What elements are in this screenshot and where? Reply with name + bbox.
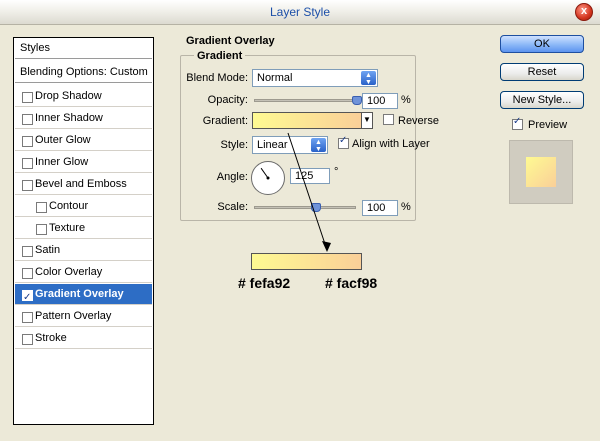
blend-mode-arrows-icon: ▲ ▼ xyxy=(361,71,376,86)
style-item-gradient-overlay[interactable]: Gradient Overlay xyxy=(15,284,152,308)
style-item-label: Color Overlay xyxy=(35,266,103,278)
close-icon: x xyxy=(580,5,588,17)
gradient-label: Gradient: xyxy=(202,115,248,127)
style-arrows-icon: ▲ ▼ xyxy=(311,138,326,153)
angle-dial-needle xyxy=(260,167,270,180)
opacity-label: Opacity: xyxy=(207,94,248,106)
style-value: Linear xyxy=(257,139,288,151)
style-item-label: Inner Shadow xyxy=(35,112,103,124)
align-with-layer-checkbox[interactable] xyxy=(338,135,349,149)
blending-options-item[interactable]: Blending Options: Custom xyxy=(15,62,152,83)
reset-button[interactable]: Reset xyxy=(500,63,584,81)
preview-checkbox[interactable] xyxy=(512,116,523,130)
angle-label: Angle: xyxy=(216,171,248,183)
style-item-label: Contour xyxy=(49,200,89,212)
style-checkbox[interactable] xyxy=(22,92,33,103)
scale-unit: % xyxy=(401,201,411,213)
style-item-pattern-overlay[interactable]: Pattern Overlay xyxy=(15,306,152,327)
styles-header-label: Styles xyxy=(20,42,50,54)
style-checkbox[interactable] xyxy=(22,268,33,279)
reverse-label: Reverse xyxy=(398,115,439,127)
style-checkbox[interactable] xyxy=(22,334,33,345)
style-checkbox[interactable] xyxy=(22,287,33,308)
style-item-label: Outer Glow xyxy=(35,134,91,146)
opacity-unit: % xyxy=(401,94,411,106)
style-item-label: Pattern Overlay xyxy=(35,310,112,322)
opacity-input[interactable]: 100 xyxy=(362,93,398,109)
scale-input[interactable]: 100 xyxy=(362,200,398,216)
style-item-bevel-and-emboss[interactable]: Bevel and Emboss xyxy=(15,174,152,195)
ok-button[interactable]: OK xyxy=(500,35,584,53)
style-item-label: Satin xyxy=(35,244,61,256)
style-select[interactable]: Linear ▲ ▼ xyxy=(252,136,328,154)
blend-mode-value: Normal xyxy=(257,72,293,84)
blend-mode-select[interactable]: Normal ▲ ▼ xyxy=(252,69,378,87)
style-item-drop-shadow[interactable]: Drop Shadow xyxy=(15,86,152,107)
blend-mode-label: Blend Mode: xyxy=(186,72,248,84)
style-item-inner-shadow[interactable]: Inner Shadow xyxy=(15,108,152,129)
style-checkbox[interactable] xyxy=(22,158,33,169)
blending-options-label: Blending Options: Custom xyxy=(20,66,148,78)
window-title: Layer Style xyxy=(269,5,331,19)
style-checkbox[interactable] xyxy=(22,312,33,323)
angle-unit: ° xyxy=(334,166,339,178)
style-checkbox[interactable] xyxy=(22,114,33,125)
gradient-picker[interactable] xyxy=(252,112,362,129)
styles-list: Styles Blending Options: Custom Drop Sha… xyxy=(13,37,154,425)
section-title: Gradient Overlay xyxy=(186,35,275,47)
gradient-enlarged-swatch xyxy=(251,253,362,270)
reverse-checkbox[interactable] xyxy=(383,114,394,125)
style-item-color-overlay[interactable]: Color Overlay xyxy=(15,262,152,283)
style-item-satin[interactable]: Satin xyxy=(15,240,152,261)
gradient-dropdown-arrow-icon[interactable]: ▼ xyxy=(361,112,373,129)
style-item-outer-glow[interactable]: Outer Glow xyxy=(15,130,152,151)
scale-label: Scale: xyxy=(217,201,248,213)
style-label: Style: xyxy=(220,139,248,151)
preview-label: Preview xyxy=(528,119,568,131)
style-item-stroke[interactable]: Stroke xyxy=(15,328,152,349)
opacity-slider[interactable] xyxy=(254,99,356,102)
style-item-texture[interactable]: Texture xyxy=(15,218,152,239)
style-checkbox[interactable] xyxy=(36,224,47,235)
scale-slider-handle[interactable] xyxy=(311,203,322,212)
angle-input[interactable]: 125 xyxy=(290,168,330,184)
style-checkbox[interactable] xyxy=(22,136,33,147)
style-item-label: Bevel and Emboss xyxy=(35,178,127,190)
align-with-layer-label: Align with Layer xyxy=(352,138,430,150)
styles-header[interactable]: Styles xyxy=(15,38,152,59)
style-item-label: Gradient Overlay xyxy=(35,288,124,300)
style-checkbox[interactable] xyxy=(22,180,33,191)
style-checkbox[interactable] xyxy=(22,246,33,257)
style-checkbox[interactable] xyxy=(36,202,47,213)
opacity-slider-handle[interactable] xyxy=(352,96,362,105)
style-item-label: Stroke xyxy=(35,332,67,344)
preview-thumbnail xyxy=(509,140,573,204)
style-item-label: Inner Glow xyxy=(35,156,89,168)
gradient-group-title: Gradient xyxy=(194,50,246,62)
left-color-hex-label: # fefa92 xyxy=(238,275,291,291)
close-button[interactable]: x xyxy=(575,3,593,21)
right-color-hex-label: # facf98 xyxy=(325,275,378,291)
style-item-label: Texture xyxy=(49,222,86,234)
angle-dial[interactable] xyxy=(251,161,285,195)
scale-slider[interactable] xyxy=(254,206,356,209)
preview-swatch xyxy=(526,157,556,187)
style-item-contour[interactable]: Contour xyxy=(15,196,152,217)
new-style-button[interactable]: New Style... xyxy=(500,91,584,109)
style-item-inner-glow[interactable]: Inner Glow xyxy=(15,152,152,173)
title-bar: Layer Style x xyxy=(0,0,600,25)
style-item-label: Drop Shadow xyxy=(35,90,102,102)
